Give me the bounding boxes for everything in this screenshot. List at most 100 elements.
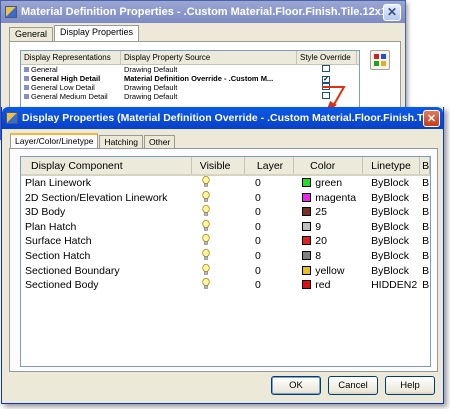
style-override-checkbox[interactable] [322,92,330,99]
color-name: magenta [315,191,357,204]
edit-display-properties-button[interactable] [370,50,390,70]
linetype-cell[interactable]: ByBlock [363,220,420,235]
col-color[interactable]: Color [294,157,364,174]
tab-display-properties[interactable]: Display Properties [54,25,140,41]
table-row[interactable]: Surface Hatch 0 20 ByBlock B [21,234,430,249]
list-item-selected[interactable]: General High Detail Material Definition … [21,74,359,83]
visible-toggle[interactable] [192,205,245,220]
rep-source: Drawing Default [124,92,178,101]
visible-toggle[interactable] [192,248,245,264]
lightbulb-icon[interactable] [202,190,210,203]
color-cell[interactable]: green [294,176,363,191]
table-row[interactable]: Section Hatch 0 8 ByBlock B [21,248,430,264]
col-display-component[interactable]: Display Component [21,157,192,174]
lightbulb-icon[interactable] [202,248,210,261]
color-swatch [302,192,312,202]
overflow-cell[interactable]: B [420,191,430,206]
color-name: 25 [315,206,327,219]
table-row[interactable]: 2D Section/Elevation Linework 0 magenta ByB… [21,190,430,206]
col-layer[interactable]: Layer [245,157,295,174]
list-item[interactable]: General Drawing Default [21,65,359,74]
layer-cell[interactable]: 0 [245,249,294,264]
app-icon [6,112,18,124]
col-display-representations[interactable]: Display Representations [21,51,121,64]
layer-cell[interactable]: 0 [245,205,294,220]
overflow-cell[interactable]: B [420,249,430,264]
color-swatch [302,178,312,187]
list-item[interactable]: General Medium Detail Drawing Default [21,92,359,101]
cancel-button[interactable]: Cancel [328,376,378,395]
lightbulb-icon[interactable] [202,219,210,232]
overflow-cell[interactable]: B [420,264,430,279]
color-name: 20 [315,235,327,248]
layer-cell[interactable]: 0 [245,278,294,293]
table-row[interactable]: Sectioned Boundary 0 yellow ByBlock B [21,263,430,279]
close-icon[interactable]: ✕ [383,3,401,21]
overflow-cell[interactable]: B [420,234,430,249]
tab-layer-color-linetype[interactable]: Layer/Color/Linetype [10,133,99,149]
visible-toggle[interactable] [192,234,245,249]
ok-button[interactable]: OK [271,376,321,395]
color-cell[interactable]: 8 [294,249,363,264]
rep-source: Drawing Default [124,83,178,92]
layer-cell[interactable]: 0 [245,220,294,235]
lightbulb-icon[interactable] [202,205,210,217]
help-button[interactable]: Help [385,376,435,395]
layer-cell[interactable]: 0 [245,176,294,191]
lightbulb-icon[interactable] [202,263,210,276]
lightbulb-icon[interactable] [202,278,210,290]
overflow-cell[interactable]: B [420,205,430,220]
component-name: Sectioned Boundary [25,264,120,277]
style-override-checkbox[interactable]: ✓ [322,76,330,83]
style-override-checkbox[interactable] [322,83,330,90]
representation-icon [24,94,29,99]
color-cell[interactable]: 25 [294,205,363,220]
tab-hatching[interactable]: Hatching [99,135,143,149]
linetype-cell[interactable]: ByBlock [363,249,420,264]
col-style-override[interactable]: Style Override [297,51,357,64]
layer-cell[interactable]: 0 [245,191,294,206]
visible-toggle[interactable] [192,176,245,191]
overflow-cell[interactable]: B [420,220,430,235]
material-definition-titlebar: Material Definition Properties - .Custom… [1,1,405,23]
col-linetype[interactable]: Linetype [363,157,421,174]
display-properties-titlebar: Display Properties (Material Definition … [2,107,443,129]
display-components-table[interactable]: Display Component Visible Layer Color Li… [20,156,431,367]
color-cell[interactable]: yellow [294,264,363,279]
table-row[interactable]: Plan Linework 0 green ByBlock B [21,176,430,191]
style-override-checkbox[interactable] [322,65,330,72]
col-display-property-source[interactable]: Display Property Source [121,51,297,64]
lightbulb-icon[interactable] [202,234,210,246]
layer-cell[interactable]: 0 [245,234,294,249]
tab-general[interactable]: General [9,27,54,41]
linetype-cell[interactable]: ByBlock [363,264,420,279]
table-row[interactable]: Plan Hatch 0 9 ByBlock B [21,219,430,235]
color-name: red [315,279,331,292]
list-item[interactable]: General Low Detail Drawing Default [21,83,359,92]
col-overflow[interactable]: B [420,157,430,174]
color-cell[interactable]: 9 [294,220,363,235]
overflow-cell[interactable]: B [420,176,430,191]
visible-toggle[interactable] [192,263,245,279]
layer-cell[interactable]: 0 [245,264,294,279]
linetype-cell[interactable]: ByBlock [363,191,420,206]
color-cell[interactable]: red [294,278,363,293]
color-cell[interactable]: magenta [294,191,363,206]
visible-toggle[interactable] [192,219,245,235]
color-name: 9 [315,220,322,233]
lightbulb-icon[interactable] [202,176,210,188]
linetype-cell[interactable]: HIDDEN2 [363,278,420,293]
table-row[interactable]: 3D Body 0 25 ByBlock B [21,205,430,220]
linetype-cell[interactable]: ByBlock [363,234,420,249]
tab-other[interactable]: Other [144,135,176,149]
linetype-cell[interactable]: ByBlock [363,176,420,191]
color-cell[interactable]: 20 [294,234,363,249]
linetype-cell[interactable]: ByBlock [363,205,420,220]
visible-toggle[interactable] [192,190,245,206]
table-row[interactable]: Sectioned Body 0 red HIDDEN2 B [21,278,430,293]
overflow-cell[interactable]: B [420,278,430,293]
close-icon[interactable]: ✕ [423,109,440,127]
col-visible[interactable]: Visible [192,157,245,174]
visible-toggle[interactable] [192,278,245,293]
rep-source: Drawing Default [124,65,178,74]
